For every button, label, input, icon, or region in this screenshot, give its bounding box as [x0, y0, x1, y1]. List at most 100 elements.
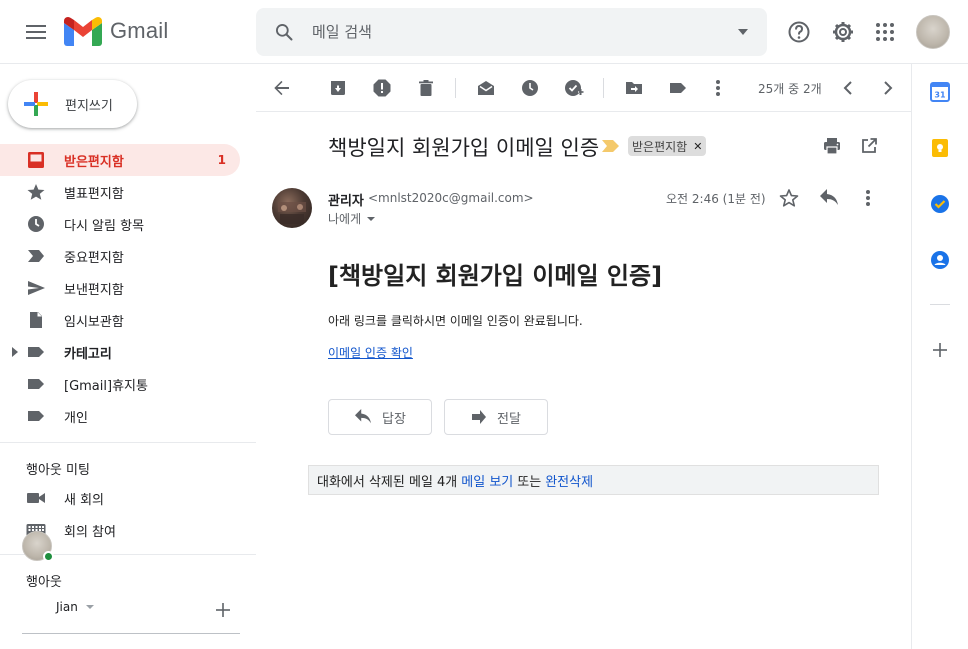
sidebar-item-snoozed[interactable]: 다시 알림 항목: [0, 208, 240, 240]
sidebar-item-starred[interactable]: 별표편지함: [0, 176, 240, 208]
view-messages-link[interactable]: 메일 보기: [461, 471, 513, 490]
sidebar-item-label: 중요편지함: [64, 250, 124, 266]
reply-icon: [354, 409, 372, 425]
message-more-options-icon[interactable]: [865, 189, 871, 207]
top-bar: Gmail: [0, 0, 968, 64]
folder-list: 받은편지함 1 별표편지함 다시 알림 항목 중요편지함 보낸편지함 임시보관함…: [0, 144, 256, 432]
star-icon: [26, 182, 46, 202]
star-outline-icon[interactable]: [779, 188, 799, 208]
sidebar-item-drafts[interactable]: 임시보관함: [0, 304, 240, 336]
sidebar-item-personal[interactable]: 개인: [0, 400, 240, 432]
snooze-clock-icon[interactable]: [518, 76, 542, 100]
important-marker-icon: [26, 246, 46, 266]
svg-text:31: 31: [934, 91, 946, 100]
sidebar-item-categories[interactable]: 카테고리: [0, 336, 240, 368]
meet-section-title: 행아웃 미팅: [26, 463, 90, 478]
sidebar-item-trash[interactable]: [Gmail]휴지통: [0, 368, 240, 400]
label-icon: [26, 406, 46, 426]
sidebar-item-sent[interactable]: 보낸편지함: [0, 272, 240, 304]
reply-arrow-icon[interactable]: [819, 189, 839, 207]
keep-notes-icon[interactable]: [930, 138, 950, 158]
app-name: Gmail: [110, 18, 169, 43]
sidebar-item-important[interactable]: 중요편지함: [0, 240, 240, 272]
inbox-icon: [26, 150, 46, 170]
open-in-new-window-icon[interactable]: [860, 137, 878, 155]
report-spam-icon[interactable]: [370, 76, 394, 100]
sidebar-item-label: [Gmail]휴지통: [64, 378, 148, 394]
reply-button[interactable]: 답장: [328, 399, 432, 435]
expand-caret-icon[interactable]: [11, 347, 19, 357]
search-input[interactable]: [312, 23, 692, 41]
contacts-icon[interactable]: [930, 250, 950, 270]
deleted-messages-notice: 대화에서 삭제된 메일 4개 메일 보기 또는 완전삭제: [308, 465, 879, 495]
mark-unread-icon[interactable]: [474, 76, 498, 100]
chevron-down-icon: [85, 604, 94, 610]
gmail-logo[interactable]: Gmail: [64, 16, 168, 46]
search-icon[interactable]: [256, 8, 312, 56]
toolbar-divider: [603, 78, 604, 98]
sidebar-item-inbox[interactable]: 받은편지함 1: [0, 144, 240, 176]
print-icon[interactable]: [822, 136, 842, 156]
add-conversation-plus-icon[interactable]: [216, 603, 230, 617]
gmail-m-icon: [64, 16, 102, 46]
forward-button[interactable]: 전달: [444, 399, 548, 435]
sidebar-item-label: 개인: [64, 410, 88, 426]
main-menu-button[interactable]: [14, 10, 58, 54]
older-chevron-right-icon[interactable]: [876, 76, 900, 100]
labels-tag-icon[interactable]: [666, 76, 690, 100]
chevron-down-icon: [367, 216, 376, 222]
remove-label-close-icon[interactable]: ✕: [693, 140, 702, 153]
important-marker-icon[interactable]: [602, 140, 620, 152]
sidebar: 편지쓰기 받은편지함 1 별표편지함 다시 알림 항목 중요편지함 보낸편지함 …: [0, 64, 256, 649]
delete-forever-link[interactable]: 완전삭제: [545, 471, 593, 490]
more-options-vertical-icon[interactable]: [706, 76, 730, 100]
sender-name: 관리자: [328, 194, 364, 209]
video-camera-icon: [26, 488, 46, 508]
section-divider: [0, 442, 256, 443]
hangouts-user-switcher[interactable]: Jian: [56, 600, 94, 614]
message-toolbar: 25개 중 2개: [256, 64, 911, 112]
forward-icon: [471, 409, 487, 425]
compose-button[interactable]: 편지쓰기: [8, 80, 137, 128]
hangouts-section-title: 행아웃: [26, 575, 62, 590]
delete-trash-icon[interactable]: [414, 76, 438, 100]
sidebar-item-label: 다시 알림 항목: [64, 218, 145, 234]
send-icon: [26, 278, 46, 298]
sender-email: <mnlst2020c@gmail.com>: [368, 191, 534, 205]
apps-grid-icon[interactable]: [875, 12, 895, 52]
or-text: 또는: [517, 474, 542, 490]
search-bar[interactable]: [256, 8, 767, 56]
hangouts-divider: [22, 633, 240, 634]
inbox-label-chip: 받은편지함 ✕: [628, 136, 707, 156]
compose-label: 편지쓰기: [65, 98, 113, 114]
recipient-details-toggle[interactable]: 나에게: [328, 210, 376, 227]
pagination-text: 25개 중 2개: [758, 82, 822, 96]
get-add-ons-plus-icon[interactable]: [930, 340, 950, 360]
settings-gear-icon[interactable]: [831, 12, 855, 52]
deleted-notice-text: 대화에서 삭제된 메일 4개: [317, 474, 458, 490]
new-meeting-item[interactable]: 새 회의: [0, 482, 240, 514]
compose-plus-icon: [22, 90, 50, 118]
search-options-dropdown-icon[interactable]: [737, 26, 749, 38]
add-to-tasks-icon[interactable]: [562, 76, 586, 100]
move-to-folder-icon[interactable]: [622, 76, 646, 100]
forward-label: 전달: [497, 411, 521, 427]
calendar-icon[interactable]: 31: [930, 82, 950, 102]
sidebar-item-label: 받은편지함: [64, 154, 124, 170]
label-icon: [26, 374, 46, 394]
body-heading: [책방일지 회원가입 이메일 인증]: [328, 262, 663, 290]
toolbar-divider: [455, 78, 456, 98]
newer-chevron-left-icon[interactable]: [836, 76, 860, 100]
archive-icon[interactable]: [326, 76, 350, 100]
help-icon[interactable]: [787, 12, 811, 52]
sidebar-item-label: 카테고리: [64, 346, 112, 362]
sender-avatar[interactable]: [272, 188, 312, 228]
back-arrow-icon[interactable]: [270, 76, 294, 100]
sidebar-item-label: 보낸편지함: [64, 282, 124, 298]
label-chip-text: 받은편지함: [632, 139, 688, 154]
tasks-icon[interactable]: [930, 194, 950, 214]
verify-email-link[interactable]: 이메일 인증 확인: [328, 344, 413, 361]
hamburger-menu-icon: [26, 24, 46, 40]
account-avatar[interactable]: [916, 15, 950, 49]
online-status-dot: [43, 551, 54, 562]
